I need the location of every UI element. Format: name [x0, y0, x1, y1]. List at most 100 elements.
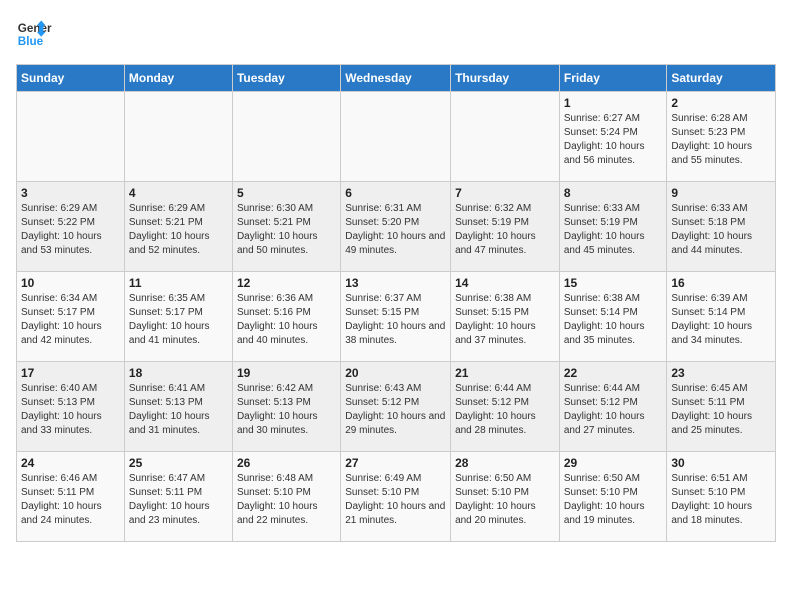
page-header: General Blue [16, 16, 776, 52]
day-number: 15 [564, 276, 663, 290]
calendar-cell: 13 Sunrise: 6:37 AM Sunset: 5:15 PM Dayli… [341, 272, 451, 362]
day-number: 29 [564, 456, 663, 470]
day-info: Sunrise: 6:45 AM Sunset: 5:11 PM Dayligh… [671, 382, 771, 438]
calendar-week-5: 24 Sunrise: 6:46 AM Sunset: 5:11 PM Dayli… [17, 452, 776, 542]
day-number: 22 [564, 366, 663, 380]
day-number: 30 [671, 456, 771, 470]
calendar-cell: 30 Sunrise: 6:51 AM Sunset: 5:10 PM Dayli… [667, 452, 776, 542]
day-number: 13 [345, 276, 446, 290]
day-number: 23 [671, 366, 771, 380]
calendar-table: SundayMondayTuesdayWednesdayThursdayFrid… [16, 64, 776, 542]
day-number: 25 [129, 456, 228, 470]
day-info: Sunrise: 6:51 AM Sunset: 5:10 PM Dayligh… [671, 472, 771, 528]
day-number: 10 [21, 276, 120, 290]
day-number: 8 [564, 186, 663, 200]
day-info: Sunrise: 6:32 AM Sunset: 5:19 PM Dayligh… [455, 202, 555, 258]
logo: General Blue [16, 16, 52, 52]
day-number: 21 [455, 366, 555, 380]
day-info: Sunrise: 6:42 AM Sunset: 5:13 PM Dayligh… [237, 382, 336, 438]
day-info: Sunrise: 6:31 AM Sunset: 5:20 PM Dayligh… [345, 202, 446, 258]
calendar-cell: 3 Sunrise: 6:29 AM Sunset: 5:22 PM Daylig… [17, 182, 125, 272]
day-info: Sunrise: 6:35 AM Sunset: 5:17 PM Dayligh… [129, 292, 228, 348]
calendar-cell [232, 92, 340, 182]
calendar-cell: 23 Sunrise: 6:45 AM Sunset: 5:11 PM Dayli… [667, 362, 776, 452]
day-info: Sunrise: 6:29 AM Sunset: 5:22 PM Dayligh… [21, 202, 120, 258]
day-info: Sunrise: 6:44 AM Sunset: 5:12 PM Dayligh… [455, 382, 555, 438]
day-number: 18 [129, 366, 228, 380]
calendar-cell: 17 Sunrise: 6:40 AM Sunset: 5:13 PM Dayli… [17, 362, 125, 452]
day-info: Sunrise: 6:46 AM Sunset: 5:11 PM Dayligh… [21, 472, 120, 528]
day-number: 20 [345, 366, 446, 380]
day-info: Sunrise: 6:41 AM Sunset: 5:13 PM Dayligh… [129, 382, 228, 438]
calendar-cell: 24 Sunrise: 6:46 AM Sunset: 5:11 PM Dayli… [17, 452, 125, 542]
day-number: 7 [455, 186, 555, 200]
day-info: Sunrise: 6:33 AM Sunset: 5:18 PM Dayligh… [671, 202, 771, 258]
weekday-thursday: Thursday [451, 65, 560, 92]
day-info: Sunrise: 6:27 AM Sunset: 5:24 PM Dayligh… [564, 112, 663, 168]
day-info: Sunrise: 6:40 AM Sunset: 5:13 PM Dayligh… [21, 382, 120, 438]
day-number: 12 [237, 276, 336, 290]
calendar-cell: 25 Sunrise: 6:47 AM Sunset: 5:11 PM Dayli… [124, 452, 232, 542]
day-number: 3 [21, 186, 120, 200]
day-info: Sunrise: 6:37 AM Sunset: 5:15 PM Dayligh… [345, 292, 446, 348]
calendar-week-3: 10 Sunrise: 6:34 AM Sunset: 5:17 PM Dayli… [17, 272, 776, 362]
weekday-sunday: Sunday [17, 65, 125, 92]
weekday-monday: Monday [124, 65, 232, 92]
calendar-cell: 16 Sunrise: 6:39 AM Sunset: 5:14 PM Dayli… [667, 272, 776, 362]
day-info: Sunrise: 6:34 AM Sunset: 5:17 PM Dayligh… [21, 292, 120, 348]
calendar-cell: 26 Sunrise: 6:48 AM Sunset: 5:10 PM Dayli… [232, 452, 340, 542]
calendar-cell: 6 Sunrise: 6:31 AM Sunset: 5:20 PM Daylig… [341, 182, 451, 272]
weekday-saturday: Saturday [667, 65, 776, 92]
day-info: Sunrise: 6:44 AM Sunset: 5:12 PM Dayligh… [564, 382, 663, 438]
calendar-week-4: 17 Sunrise: 6:40 AM Sunset: 5:13 PM Dayli… [17, 362, 776, 452]
calendar-cell [451, 92, 560, 182]
day-info: Sunrise: 6:33 AM Sunset: 5:19 PM Dayligh… [564, 202, 663, 258]
day-number: 19 [237, 366, 336, 380]
svg-text:General: General [18, 22, 52, 35]
day-number: 5 [237, 186, 336, 200]
day-number: 17 [21, 366, 120, 380]
day-number: 1 [564, 96, 663, 110]
day-info: Sunrise: 6:36 AM Sunset: 5:16 PM Dayligh… [237, 292, 336, 348]
day-info: Sunrise: 6:39 AM Sunset: 5:14 PM Dayligh… [671, 292, 771, 348]
calendar-cell: 21 Sunrise: 6:44 AM Sunset: 5:12 PM Dayli… [451, 362, 560, 452]
calendar-cell [124, 92, 232, 182]
calendar-cell [341, 92, 451, 182]
calendar-cell: 15Sunrise: 6:38 AM Sunset: 5:14 PM Dayli… [559, 272, 667, 362]
day-number: 11 [129, 276, 228, 290]
calendar-cell: 11 Sunrise: 6:35 AM Sunset: 5:17 PM Dayli… [124, 272, 232, 362]
calendar-cell: 20 Sunrise: 6:43 AM Sunset: 5:12 PM Dayli… [341, 362, 451, 452]
calendar-cell: 1 Sunrise: 6:27 AM Sunset: 5:24 PM Daylig… [559, 92, 667, 182]
calendar-cell: 10 Sunrise: 6:34 AM Sunset: 5:17 PM Dayli… [17, 272, 125, 362]
day-number: 4 [129, 186, 228, 200]
day-info: Sunrise: 6:47 AM Sunset: 5:11 PM Dayligh… [129, 472, 228, 528]
weekday-wednesday: Wednesday [341, 65, 451, 92]
day-number: 9 [671, 186, 771, 200]
day-number: 24 [21, 456, 120, 470]
weekday-header-row: SundayMondayTuesdayWednesdayThursdayFrid… [17, 65, 776, 92]
day-number: 26 [237, 456, 336, 470]
day-number: 14 [455, 276, 555, 290]
calendar-cell: 22 Sunrise: 6:44 AM Sunset: 5:12 PM Dayli… [559, 362, 667, 452]
day-info: Sunrise: 6:48 AM Sunset: 5:10 PM Dayligh… [237, 472, 336, 528]
day-info: Sunrise: 6:30 AM Sunset: 5:21 PM Dayligh… [237, 202, 336, 258]
day-number: 2 [671, 96, 771, 110]
day-info: Sunrise: 6:29 AM Sunset: 5:21 PM Dayligh… [129, 202, 228, 258]
day-info: Sunrise: 6:49 AM Sunset: 5:10 PM Dayligh… [345, 472, 446, 528]
calendar-cell: 19 Sunrise: 6:42 AM Sunset: 5:13 PM Dayli… [232, 362, 340, 452]
calendar-week-2: 3 Sunrise: 6:29 AM Sunset: 5:22 PM Daylig… [17, 182, 776, 272]
weekday-tuesday: Tuesday [232, 65, 340, 92]
day-number: 28 [455, 456, 555, 470]
svg-text:Blue: Blue [18, 35, 44, 48]
calendar-cell: 28Sunrise: 6:50 AM Sunset: 5:10 PM Dayli… [451, 452, 560, 542]
calendar-cell: 7 Sunrise: 6:32 AM Sunset: 5:19 PM Daylig… [451, 182, 560, 272]
day-number: 6 [345, 186, 446, 200]
calendar-cell: 8 Sunrise: 6:33 AM Sunset: 5:19 PM Daylig… [559, 182, 667, 272]
day-number: 16 [671, 276, 771, 290]
day-info: Sunrise: 6:50 AM Sunset: 5:10 PM Dayligh… [564, 472, 663, 528]
day-info: Sunrise: 6:38 AM Sunset: 5:15 PM Dayligh… [455, 292, 555, 348]
day-info: Sunrise: 6:43 AM Sunset: 5:12 PM Dayligh… [345, 382, 446, 438]
weekday-friday: Friday [559, 65, 667, 92]
calendar-week-1: 1 Sunrise: 6:27 AM Sunset: 5:24 PM Daylig… [17, 92, 776, 182]
calendar-cell: 14 Sunrise: 6:38 AM Sunset: 5:15 PM Dayli… [451, 272, 560, 362]
